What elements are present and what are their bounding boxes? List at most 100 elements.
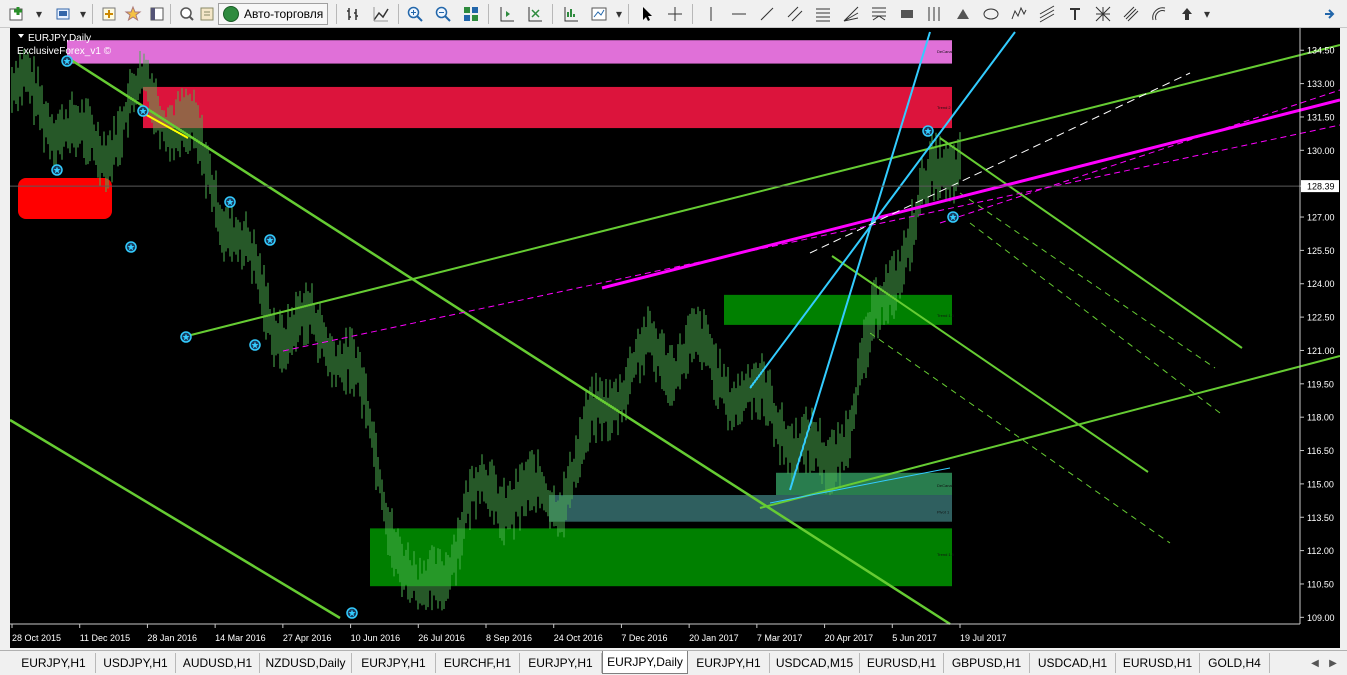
chart-tab[interactable]: GBPUSD,H1	[944, 653, 1030, 673]
price-tick-label: 113.50	[1307, 513, 1334, 523]
crosshair-icon[interactable]	[664, 3, 686, 25]
trendline	[959, 192, 1216, 369]
chart-tab[interactable]: EURUSD,H1	[860, 653, 944, 673]
zoom-in-icon[interactable]	[404, 3, 426, 25]
fibonacci-expansion-icon[interactable]	[868, 3, 890, 25]
zone-green-big	[370, 528, 952, 587]
scroll-right-icon[interactable]: ▶	[1326, 656, 1340, 670]
candles	[11, 49, 961, 611]
chart-tab[interactable]: EURJPY,Daily	[602, 651, 688, 674]
navigator-icon[interactable]	[146, 3, 168, 25]
time-tick-label: 11 Dec 2015	[80, 633, 130, 643]
strategy-tester-icon[interactable]	[176, 3, 198, 25]
zone-green-small	[776, 472, 952, 496]
price-tick-label: 119.50	[1307, 379, 1334, 389]
chevron-down-icon[interactable]: ▾	[1196, 3, 1218, 25]
bar-chart-icon[interactable]	[342, 3, 364, 25]
price-tick-label: 127.00	[1307, 213, 1335, 223]
price-chart[interactable]: DeCanal Trend 2 Trend 1.3 DeCanal Pivot 1 Tre…	[10, 28, 1340, 648]
profiles-icon[interactable]	[52, 3, 74, 25]
price-tick-label: 125.50	[1307, 246, 1335, 256]
chevron-down-icon[interactable]: ▾	[608, 3, 630, 25]
chart-shift-icon[interactable]	[496, 3, 518, 25]
indicators-icon[interactable]	[560, 3, 582, 25]
line-chart-icon[interactable]	[370, 3, 392, 25]
new-order-icon[interactable]	[196, 3, 218, 25]
time-tick-label: 26 Jul 2016	[418, 633, 465, 643]
toolbar-separator	[398, 4, 399, 24]
regression-channel-icon[interactable]	[1036, 3, 1058, 25]
zone-label: Trend 1.5	[937, 552, 955, 557]
chart-tab[interactable]: NZDUSD,Daily	[260, 653, 352, 673]
templates-icon[interactable]	[588, 3, 610, 25]
time-tick-label: 10 Jun 2016	[351, 633, 401, 643]
price-tick-label: 121.00	[1307, 346, 1335, 356]
text-icon[interactable]	[1064, 3, 1086, 25]
trendline	[759, 355, 1340, 509]
horizontal-line-icon[interactable]	[728, 3, 750, 25]
zone-slate	[549, 495, 952, 522]
trendline-icon[interactable]	[756, 3, 778, 25]
trendline	[939, 137, 1243, 349]
chart-tab[interactable]: EURUSD,H1	[1116, 653, 1200, 673]
chart-tab[interactable]: EURJPY,H1	[520, 653, 602, 673]
chart-tab[interactable]: AUDUSD,H1	[176, 653, 260, 673]
chart-tab-label: EURUSD,H1	[866, 656, 937, 670]
fibonacci-fan-icon[interactable]	[840, 3, 862, 25]
autotrade-button[interactable]: Авто-торговля	[218, 3, 328, 25]
fibonacci-channel-icon[interactable]	[1120, 3, 1142, 25]
toolbar: ▾ ▾ Авто-торговля ▾ ▾	[0, 0, 1347, 28]
tile-windows-icon[interactable]	[460, 3, 482, 25]
gann-grid-icon[interactable]	[1092, 3, 1114, 25]
zone-label: Trend 2	[937, 105, 951, 110]
chart-tab[interactable]: USDCAD,H1	[1030, 653, 1116, 673]
time-tick-label: 28 Oct 2015	[12, 633, 61, 643]
time-tick-label: 28 Jan 2016	[147, 633, 197, 643]
fibonacci-retracement-icon[interactable]	[812, 3, 834, 25]
chart-tab[interactable]: GOLD,H4	[1200, 653, 1270, 673]
trendline	[831, 255, 1149, 473]
trendline	[10, 418, 341, 620]
zone-pink	[67, 40, 952, 64]
time-tick-label: 7 Dec 2016	[621, 633, 667, 643]
chevron-down-icon[interactable]: ▾	[72, 3, 94, 25]
rectangle-icon[interactable]	[896, 3, 918, 25]
toolbar-separator	[336, 4, 337, 24]
triangle-icon[interactable]	[952, 3, 974, 25]
cursor-icon[interactable]	[636, 3, 658, 25]
equidistant-channel-icon[interactable]	[784, 3, 806, 25]
chevron-down-icon[interactable]: ▾	[28, 3, 50, 25]
chart-tab[interactable]: EURJPY,H1	[352, 653, 436, 673]
ellipse-icon[interactable]	[980, 3, 1002, 25]
cyan-line	[749, 31, 1016, 389]
vertical-line-icon[interactable]	[700, 3, 722, 25]
zoom-out-icon[interactable]	[432, 3, 454, 25]
time-tick-label: 7 Mar 2017	[757, 633, 803, 643]
price-tick-label: 131.50	[1307, 112, 1335, 122]
fibonacci-arcs-icon[interactable]	[1148, 3, 1170, 25]
chart-tab[interactable]: USDCAD,M15	[770, 653, 860, 673]
chart-tab[interactable]: EURCHF,H1	[436, 653, 520, 673]
time-tick-label: 19 Jul 2017	[960, 633, 1007, 643]
market-watch-icon[interactable]	[98, 3, 120, 25]
scroll-left-icon[interactable]: ◀	[1308, 656, 1322, 670]
price-tick-label: 112.00	[1307, 546, 1334, 556]
chart-tab-label: GOLD,H4	[1208, 656, 1261, 670]
price-tick-label: 130.00	[1307, 146, 1335, 156]
time-axis: 28 Oct 2015 11 Dec 2015 28 Jan 2016 14 Mar …	[10, 623, 1300, 643]
favorites-icon[interactable]	[122, 3, 144, 25]
chart-tab[interactable]: USDJPY,H1	[96, 653, 176, 673]
chart-tab[interactable]: EURJPY,H1	[688, 653, 770, 673]
time-tick-label: 5 Jun 2017	[892, 633, 937, 643]
new-chart-icon[interactable]	[6, 3, 28, 25]
time-tick-label: 27 Apr 2016	[283, 633, 332, 643]
close-window-icon[interactable]	[1318, 3, 1340, 25]
chart-tab-label: EURJPY,Daily	[607, 655, 683, 669]
arrows-icon[interactable]	[1176, 3, 1198, 25]
chart-area[interactable]: DeCanal Trend 2 Trend 1.3 DeCanal Pivot 1 Tre…	[10, 28, 1340, 648]
chart-tab[interactable]: EURJPY,H1	[12, 653, 96, 673]
cycle-lines-icon[interactable]	[924, 3, 946, 25]
elliott-wave-icon[interactable]	[1008, 3, 1030, 25]
toolbar-separator	[488, 4, 489, 24]
auto-scroll-icon[interactable]	[524, 3, 546, 25]
